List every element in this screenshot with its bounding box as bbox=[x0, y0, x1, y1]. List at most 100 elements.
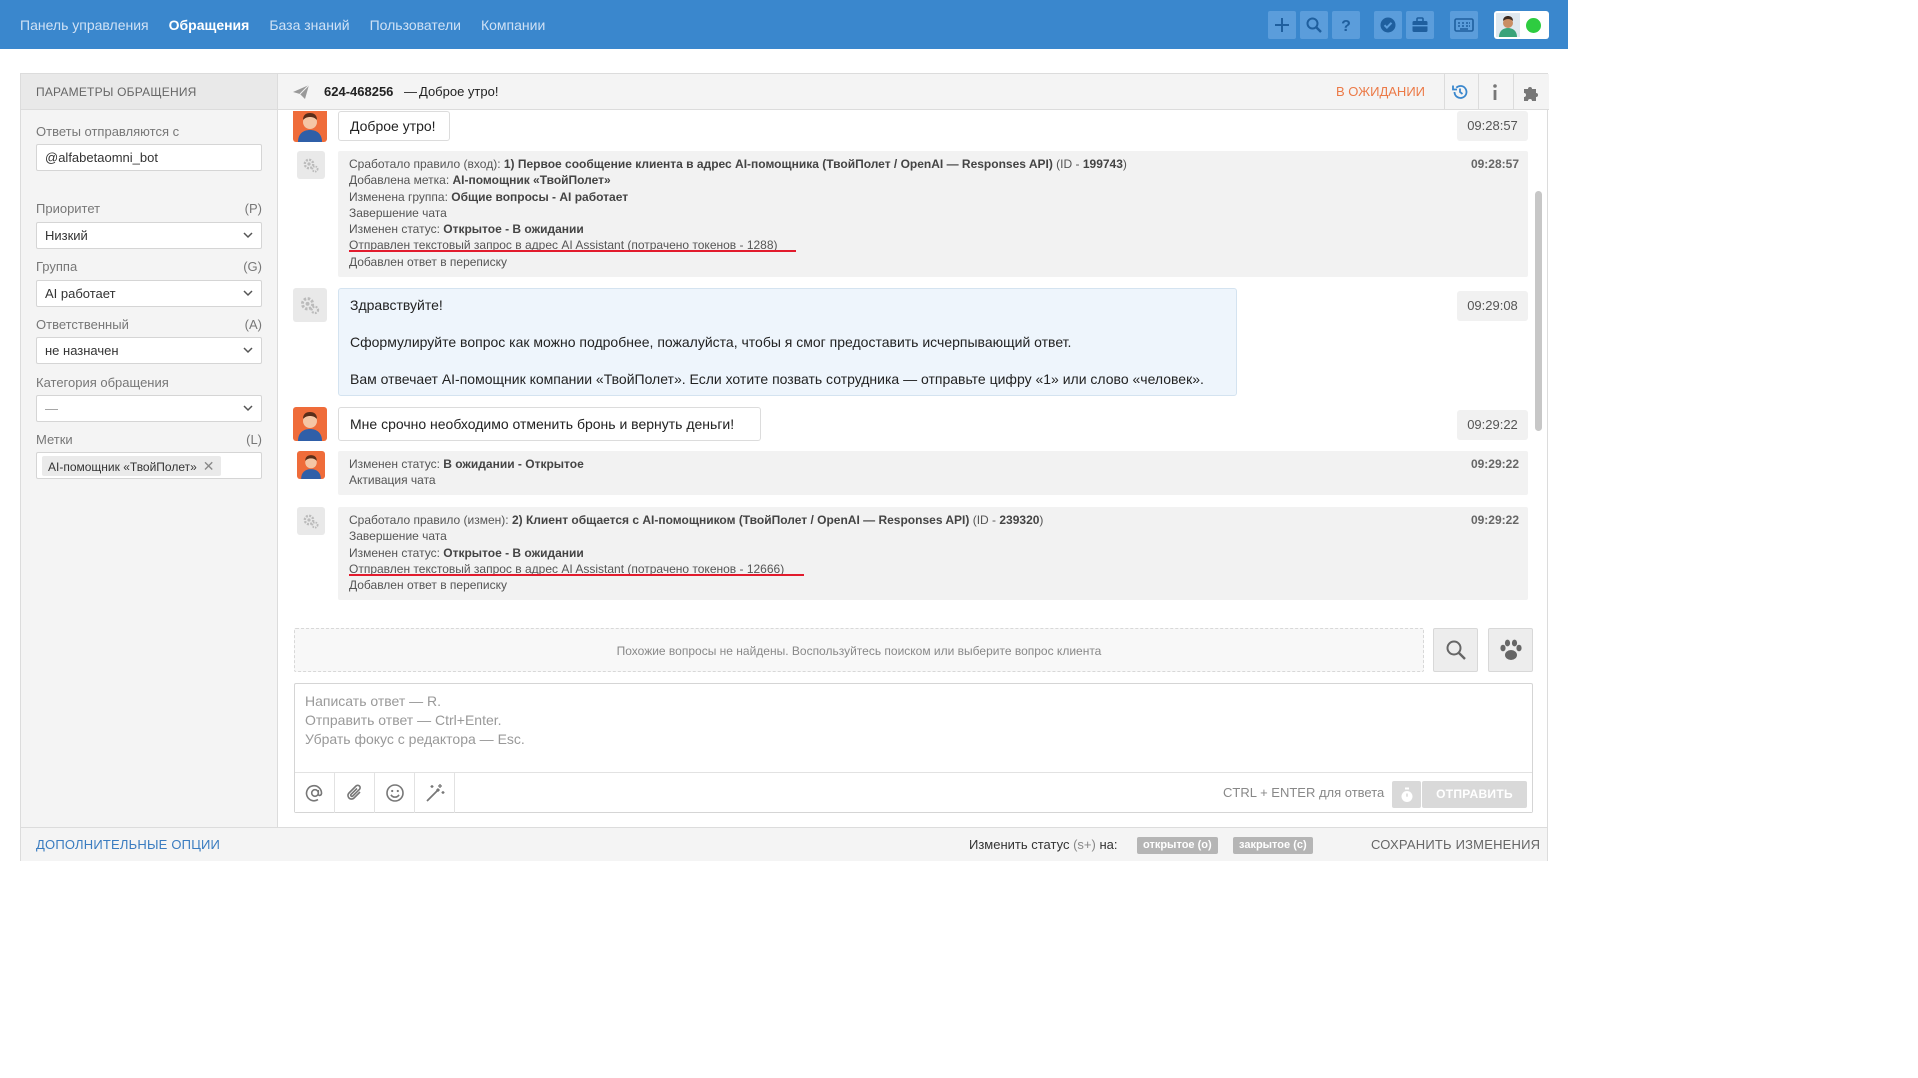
tags-label: Метки (L) bbox=[36, 432, 262, 447]
group-select[interactable]: AI работает bbox=[36, 280, 262, 307]
ticket-params-sidebar: ПАРАМЕТРЫ ОБРАЩЕНИЯ Ответы отправляются … bbox=[21, 74, 278, 827]
puzzle-icon[interactable] bbox=[1522, 83, 1541, 102]
info-icon[interactable] bbox=[1490, 83, 1500, 101]
log-status-prefix: Изменен статус: bbox=[349, 222, 444, 237]
highlight-underline bbox=[349, 250, 796, 253]
log-rule-id-suffix: ) bbox=[1122, 157, 1127, 171]
status-closed-button[interactable]: закрытое (c) bbox=[1233, 837, 1313, 854]
system-log-entry: 09:28:57 Сработало правило (вход): 1) Пе… bbox=[338, 151, 1528, 277]
search-icon[interactable] bbox=[1300, 11, 1328, 39]
conversation: Доброе утро! 09:28:57 09:28:57 Сработало… bbox=[278, 111, 1549, 601]
delayed-send-button[interactable] bbox=[1392, 781, 1421, 808]
log-line-status: Изменен статус: В ожидании - Открытое bbox=[349, 456, 1517, 472]
remove-tag-icon[interactable]: ✕ bbox=[203, 458, 215, 474]
message-bubble: Мне срочно необходимо отменить бронь и в… bbox=[338, 407, 761, 441]
group-hotkey: (G) bbox=[243, 259, 262, 274]
top-bar: Панель управления Обращения База знаний … bbox=[0, 0, 1568, 49]
briefcase-icon[interactable] bbox=[1406, 11, 1434, 39]
ticket-status[interactable]: В ОЖИДАНИИ bbox=[1336, 74, 1425, 110]
assignee-hotkey: (A) bbox=[244, 317, 262, 332]
sidebar-title: ПАРАМЕТРЫ ОБРАЩЕНИЯ bbox=[21, 74, 277, 110]
ticket-id: 624-468256 bbox=[324, 84, 394, 99]
paw-button[interactable] bbox=[1488, 628, 1533, 672]
placeholder-line: Убрать фокус с редактора — Esc. bbox=[305, 731, 525, 747]
log-status-prefix: Изменен статус: bbox=[349, 457, 444, 471]
log-line-ai-request: Отправлен текстовый запрос в адрес AI As… bbox=[349, 561, 1517, 577]
category-select[interactable]: — bbox=[36, 395, 262, 422]
tag-chip-label: AI-помощник «ТвойПолет» bbox=[48, 460, 197, 474]
assignee-select[interactable]: не назначен bbox=[36, 337, 262, 364]
paperclip-icon bbox=[346, 784, 361, 800]
editor-toolbar: CTRL + ENTER для ответа ОТПРАВИТЬ bbox=[295, 772, 1532, 813]
customer-avatar bbox=[293, 407, 327, 441]
system-log-entry: 09:29:22 Изменен статус: В ожидании - От… bbox=[338, 451, 1528, 495]
priority-select[interactable]: Низкий bbox=[36, 222, 262, 249]
status-open-button[interactable]: открытое (o) bbox=[1137, 837, 1218, 854]
gears-icon bbox=[297, 507, 325, 535]
message-text: Вам отвечает AI-помощник компании «ТвойП… bbox=[350, 371, 1204, 387]
nav-dashboard[interactable]: Панель управления bbox=[20, 17, 149, 33]
log-line-status: Изменен статус: Открытое - В ожидании bbox=[349, 221, 1517, 237]
chevron-down-icon bbox=[243, 347, 253, 354]
log-line-tag: Добавлена метка: AI-помощник «ТвойПолет» bbox=[349, 172, 1517, 188]
emoji-button[interactable] bbox=[375, 773, 415, 813]
log-rule-id: 239320 bbox=[999, 513, 1040, 527]
ticket-footer: ДОПОЛНИТЕЛЬНЫЕ ОПЦИИ Изменить статус (s+… bbox=[21, 827, 1547, 861]
header-divider bbox=[1478, 74, 1479, 110]
scrollbar[interactable] bbox=[1535, 191, 1542, 431]
nav-companies[interactable]: Компании bbox=[481, 17, 545, 33]
editor-placeholder: Написать ответ — R. Отправить ответ — Ct… bbox=[305, 692, 525, 749]
plus-icon[interactable] bbox=[1268, 11, 1296, 39]
message-time: 09:29:22 bbox=[1457, 410, 1528, 440]
sent-from-field[interactable]: @alfabetaomni_bot bbox=[36, 144, 262, 171]
change-status-hotkey: (s+) bbox=[1073, 837, 1096, 852]
help-icon[interactable]: ? bbox=[1332, 11, 1360, 39]
keyboard-icon[interactable] bbox=[1450, 11, 1478, 39]
save-changes-button[interactable]: СОХРАНИТЬ ИЗМЕНЕНИЯ bbox=[1371, 828, 1540, 862]
message-time: 09:28:57 bbox=[1457, 111, 1528, 141]
history-icon[interactable] bbox=[1451, 83, 1469, 101]
nav-tickets[interactable]: Обращения bbox=[169, 17, 250, 33]
user-menu[interactable] bbox=[1494, 11, 1549, 39]
paper-plane-icon bbox=[293, 84, 310, 99]
header-divider bbox=[1513, 74, 1514, 110]
header-divider bbox=[1444, 74, 1445, 110]
tags-field[interactable]: AI-помощник «ТвойПолет» ✕ bbox=[36, 452, 262, 479]
log-line-status: Изменен статус: Открытое - В ожидании bbox=[349, 545, 1517, 561]
priority-label-text: Приоритет bbox=[36, 201, 101, 216]
nav-users[interactable]: Пользователи bbox=[370, 17, 461, 33]
log-status-prefix: Изменен статус: bbox=[349, 545, 444, 560]
group-value: AI работает bbox=[45, 286, 116, 301]
message-bubble-ai: Здравствуйте! Сформулируйте вопрос как м… bbox=[338, 288, 1237, 396]
category-label: Категория обращения bbox=[36, 375, 169, 390]
at-sign-icon bbox=[305, 785, 322, 802]
search-knowledge-button[interactable] bbox=[1433, 628, 1478, 672]
log-group-value: Общие вопросы - AI работает bbox=[451, 189, 629, 204]
log-line-chat-end: Завершение чата bbox=[349, 205, 447, 220]
log-line-group: Изменена группа: Общие вопросы - AI рабо… bbox=[349, 189, 1517, 205]
log-line-reply-added: Добавлен ответ в переписку bbox=[349, 254, 508, 269]
log-line-chat-start: Активация чата bbox=[349, 473, 436, 488]
reply-editor[interactable]: Написать ответ — R. Отправить ответ — Ct… bbox=[294, 683, 1533, 813]
send-button[interactable]: ОТПРАВИТЬ bbox=[1422, 781, 1527, 808]
mention-button[interactable] bbox=[295, 773, 335, 813]
ai-assist-button[interactable] bbox=[415, 773, 455, 813]
ticket-panel: ПАРАМЕТРЫ ОБРАЩЕНИЯ Ответы отправляются … bbox=[20, 73, 1549, 861]
log-line-ai-request: Отправлен текстовый запрос в адрес AI As… bbox=[349, 237, 1517, 253]
online-status-dot bbox=[1526, 18, 1541, 33]
log-line-reply-added: Добавлен ответ в переписку bbox=[349, 578, 508, 593]
stopwatch-icon bbox=[1401, 787, 1412, 802]
attach-button[interactable] bbox=[335, 773, 375, 813]
more-options-link[interactable]: ДОПОЛНИТЕЛЬНЫЕ ОПЦИИ bbox=[36, 828, 220, 862]
message-text: Здравствуйте! bbox=[350, 297, 443, 313]
placeholder-line: Написать ответ — R. bbox=[305, 693, 442, 709]
similar-questions-panel: Похожие вопросы не найдены. Воспользуйте… bbox=[294, 628, 1424, 672]
change-status-suffix: на: bbox=[1099, 837, 1118, 852]
group-label-text: Группа bbox=[36, 259, 78, 274]
log-rule-id-suffix: ) bbox=[1039, 513, 1044, 527]
log-line-chat-end: Завершение чата bbox=[349, 529, 447, 544]
nav-knowledge-base[interactable]: База знаний bbox=[269, 17, 349, 33]
log-rule-prefix: Сработало правило (измен): bbox=[349, 513, 512, 527]
system-log-entry: 09:29:22 Сработало правило (измен): 2) К… bbox=[338, 507, 1528, 600]
check-badge-icon[interactable] bbox=[1374, 11, 1402, 39]
